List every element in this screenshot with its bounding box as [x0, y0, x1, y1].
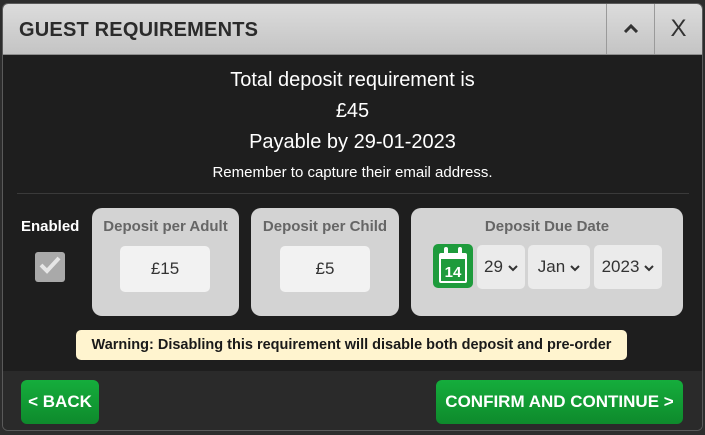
day-value: 29 — [484, 257, 503, 276]
dialog-title: GUEST REQUIREMENTS — [19, 19, 259, 41]
deposit-per-child-label: Deposit per Child — [262, 218, 388, 235]
guest-requirements-dialog: GUEST REQUIREMENTS X Total deposit requi… — [2, 3, 703, 431]
deposit-per-child-input[interactable]: £5 — [280, 246, 370, 292]
chevron-up-icon — [623, 20, 639, 38]
enabled-checkbox[interactable] — [35, 252, 65, 282]
chevron-down-icon — [508, 257, 518, 277]
deposit-total: £45 — [335, 100, 370, 122]
deposit-per-adult-label: Deposit per Adult — [103, 218, 228, 235]
month-select[interactable]: Jan — [528, 245, 590, 289]
checkmark-icon — [39, 256, 61, 279]
divider — [17, 193, 689, 194]
payable-by-text: Payable by 29-01-2023 — [249, 131, 456, 153]
deposit-per-child-card: Deposit per Child £5 — [251, 208, 399, 316]
collapse-button[interactable] — [606, 4, 654, 54]
deposit-due-date-card: Deposit Due Date 14 29 Jan 2023 — [411, 208, 683, 316]
dialog-titlebar: GUEST REQUIREMENTS X — [3, 4, 702, 55]
deposit-per-adult-input[interactable]: £15 — [120, 246, 210, 292]
email-reminder: Remember to capture their email address. — [212, 164, 493, 181]
day-select[interactable]: 29 — [477, 245, 525, 289]
deposit-due-date-label: Deposit Due Date — [484, 218, 610, 235]
close-icon: X — [670, 15, 687, 42]
back-button[interactable]: < BACK — [21, 380, 99, 424]
close-button[interactable]: X — [654, 4, 702, 54]
enabled-label: Enabled — [21, 218, 80, 235]
warning-message: Warning: Disabling this requirement will… — [76, 330, 627, 360]
chevron-down-icon — [644, 257, 655, 277]
calendar-day-text: 14 — [445, 264, 462, 281]
deposit-per-adult-card: Deposit per Adult £15 — [92, 208, 239, 316]
confirm-and-continue-button[interactable]: CONFIRM AND CONTINUE > — [436, 380, 683, 424]
calendar-icon[interactable]: 14 — [433, 244, 473, 288]
chevron-down-icon — [570, 257, 580, 277]
year-value: 2023 — [601, 257, 640, 276]
deposit-heading: Total deposit requirement is — [230, 69, 475, 91]
year-select[interactable]: 2023 — [594, 245, 662, 289]
dialog-footer: < BACK CONFIRM AND CONTINUE > — [3, 371, 702, 430]
month-value: Jan — [537, 257, 566, 276]
